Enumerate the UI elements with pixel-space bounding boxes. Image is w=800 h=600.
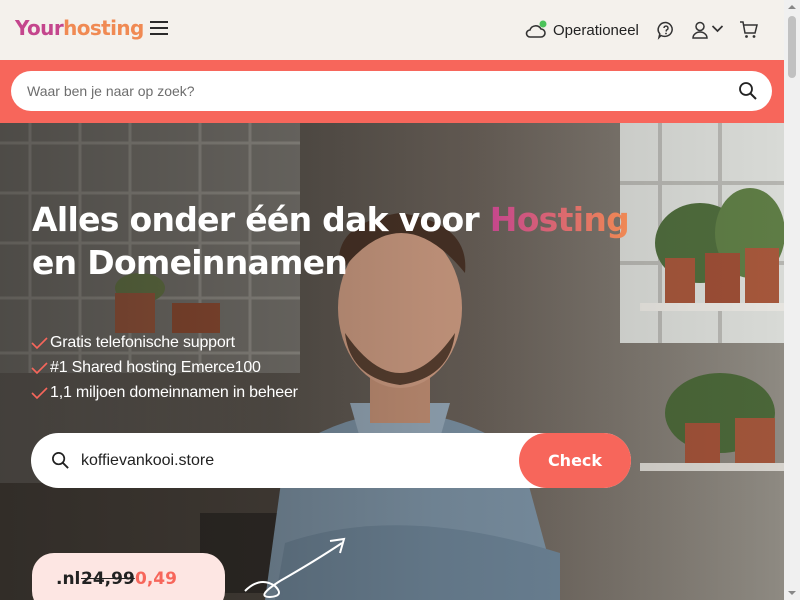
operational-status[interactable]: Operationeel: [524, 20, 639, 40]
check-button[interactable]: Check: [519, 433, 631, 488]
vertical-scrollbar[interactable]: [784, 0, 800, 600]
promo-old-price: 24,99: [81, 569, 135, 589]
menu-icon[interactable]: [150, 21, 168, 37]
search-icon: [51, 451, 70, 475]
feature-item: Gratis telefonische support: [31, 330, 298, 355]
logo-text-your: Your: [15, 16, 64, 40]
feature-text: #1 Shared hosting Emerce100: [50, 358, 261, 376]
feature-text: Gratis telefonische support: [50, 333, 235, 351]
title-text: Alles onder één dak voor: [32, 200, 490, 239]
cloud-status-icon: [525, 20, 547, 38]
title-accent-hosting: Hosting: [489, 200, 630, 239]
user-icon[interactable]: [690, 20, 710, 40]
search-band: [0, 60, 784, 123]
checkmark-icon: [31, 386, 48, 399]
feature-list: Gratis telefonische support #1 Shared ho…: [31, 330, 298, 405]
checkmark-icon: [31, 361, 48, 374]
feature-item: #1 Shared hosting Emerce100: [31, 355, 298, 380]
hero-title: Alles onder één dak voor Hosting en Dome…: [32, 198, 672, 284]
feature-item: 1,1 miljoen domeinnamen in beheer: [31, 380, 298, 405]
logo-text-hosting: hosting: [63, 16, 144, 40]
promo-card-nl[interactable]: .nl 24,99 0,49: [32, 553, 225, 600]
promo-new-price: 0,49: [135, 569, 177, 589]
title-text-end: en Domeinnamen: [32, 243, 348, 282]
chevron-down-icon[interactable]: [711, 24, 724, 34]
search-input[interactable]: [27, 71, 727, 111]
yourhosting-logo[interactable]: Yourhosting: [15, 16, 144, 40]
domain-input[interactable]: [81, 433, 511, 488]
decorative-arrow-icon: [244, 537, 346, 599]
domain-search: Check: [31, 433, 631, 488]
top-header: Yourhosting Operationeel: [0, 0, 784, 60]
checkmark-icon: [31, 336, 48, 349]
scrollbar-thumb[interactable]: [788, 16, 796, 78]
scroll-up-icon[interactable]: [784, 0, 800, 14]
help-chat-icon[interactable]: [656, 20, 676, 40]
status-label: Operationeel: [553, 21, 639, 39]
cart-icon[interactable]: [739, 20, 759, 40]
search-icon[interactable]: [738, 81, 758, 106]
hero-section: Alles onder één dak voor Hosting en Dome…: [0, 123, 784, 600]
site-search: [11, 71, 772, 111]
promo-tld: .nl: [56, 569, 81, 589]
scroll-down-icon[interactable]: [784, 586, 800, 600]
feature-text: 1,1 miljoen domeinnamen in beheer: [50, 383, 298, 401]
